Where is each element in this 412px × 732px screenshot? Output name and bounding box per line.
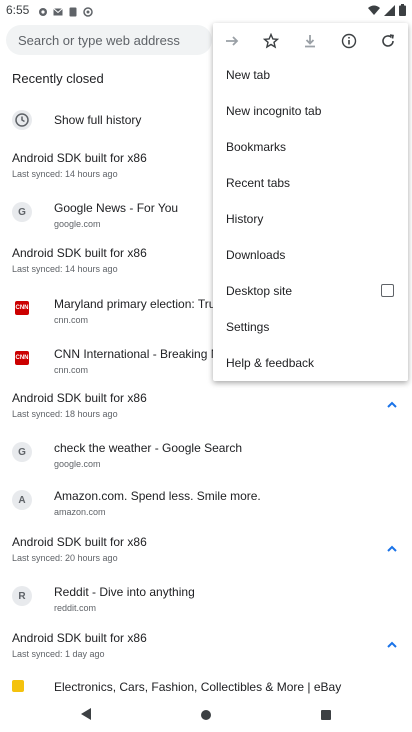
ebay-favicon-icon (12, 680, 24, 692)
tab-title: Google News - For You (54, 201, 179, 215)
menu-item-label: History (226, 212, 264, 226)
tab-row[interactable]: A Amazon.com. Spend less. Smile more. am… (0, 486, 412, 522)
notification-icons (38, 4, 93, 17)
menu-item-new-tab[interactable]: New tab (213, 58, 408, 94)
menu-item-label: Downloads (226, 248, 286, 262)
collapse-chevron-icon[interactable] (386, 542, 398, 554)
menu-item-label: New tab (226, 68, 271, 82)
tab-title: Amazon.com. Spend less. Smile more. (54, 489, 261, 503)
home-icon[interactable] (200, 708, 212, 726)
system-navigation-bar (0, 696, 412, 732)
system-icons (368, 3, 406, 21)
history-clock-icon (12, 110, 32, 130)
device-name: Android SDK built for x86 (12, 151, 147, 165)
device-sync-time: Last synced: 1 day ago (12, 649, 105, 659)
tab-domain: cnn.com (54, 315, 89, 325)
omnibox-placeholder[interactable]: Search or type web address (18, 33, 180, 48)
status-bar: 6:55 (0, 0, 412, 20)
menu-item-label: Bookmarks (226, 140, 287, 154)
tab-title: Maryland primary election: Trum (54, 297, 226, 311)
desktop-site-checkbox[interactable] (381, 284, 394, 297)
menu-item-recent-tabs[interactable]: Recent tabs (213, 166, 408, 202)
download-icon[interactable] (300, 31, 320, 51)
menu-item-desktop-site[interactable]: Desktop site (213, 274, 408, 310)
tab-title: check the weather - Google Search (54, 441, 243, 455)
device-header[interactable]: Android SDK built for x86 Last synced: 1… (0, 628, 412, 664)
storage-notification-icon (68, 4, 78, 17)
menu-item-label: New incognito tab (226, 104, 322, 118)
tab-row[interactable]: Electronics, Cars, Fashion, Collectibles… (0, 676, 412, 696)
tab-domain: cnn.com (54, 365, 89, 375)
show-full-history-label[interactable]: Show full history (54, 113, 141, 127)
tab-domain: amazon.com (54, 507, 106, 517)
tab-title: Electronics, Cars, Fashion, Collectibles… (54, 680, 342, 694)
menu-item-downloads[interactable]: Downloads (213, 238, 408, 274)
status-time: 6:55 (6, 3, 30, 17)
tab-title: CNN International - Breaking New (54, 347, 235, 361)
reddit-favicon-icon: R (12, 586, 32, 606)
back-icon[interactable] (80, 707, 92, 726)
device-header[interactable]: Android SDK built for x86 Last synced: 1… (0, 388, 412, 424)
forward-icon[interactable] (222, 31, 242, 51)
signal-icon (384, 3, 395, 21)
device-name: Android SDK built for x86 (12, 391, 147, 405)
menu-icon-row (213, 23, 408, 59)
wifi-icon (368, 3, 380, 21)
amazon-favicon-icon: A (12, 490, 32, 510)
gmail-notification-icon (53, 4, 63, 16)
menu-item-help-feedback[interactable]: Help & feedback (213, 346, 408, 382)
battery-icon (399, 3, 406, 21)
settings-notification-icon (38, 4, 48, 16)
recently-closed-header[interactable]: Recently closed (12, 71, 104, 86)
menu-item-new-incognito-tab[interactable]: New incognito tab (213, 94, 408, 130)
menu-item-label: Help & feedback (226, 356, 315, 370)
device-sync-time: Last synced: 14 hours ago (12, 169, 118, 179)
tab-row[interactable]: G check the weather - Google Search goog… (0, 438, 412, 474)
menu-item-label: Settings (226, 320, 270, 334)
tab-title: Reddit - Dive into anything (54, 585, 195, 599)
collapse-chevron-icon[interactable] (386, 398, 398, 410)
cnn-logo: CNN (15, 301, 29, 315)
collapse-chevron-icon[interactable] (386, 638, 398, 650)
cnn-logo: CNN (15, 351, 29, 365)
overflow-menu: New tab New incognito tab Bookmarks Rece… (213, 23, 408, 381)
google-favicon-icon: G (12, 442, 32, 462)
menu-item-label: Recent tabs (226, 176, 291, 190)
tab-domain: google.com (54, 459, 101, 469)
menu-item-label: Desktop site (226, 284, 293, 298)
device-sync-time: Last synced: 14 hours ago (12, 264, 118, 274)
cnn-favicon-icon: CNN (12, 298, 32, 318)
cnn-favicon-icon: CNN (12, 348, 32, 368)
tab-domain: reddit.com (54, 603, 97, 613)
device-header[interactable]: Android SDK built for x86 Last synced: 2… (0, 532, 412, 568)
device-name: Android SDK built for x86 (12, 631, 147, 645)
tab-domain: google.com (54, 219, 101, 229)
menu-item-settings[interactable]: Settings (213, 310, 408, 346)
refresh-icon[interactable] (378, 31, 398, 51)
recents-icon[interactable] (320, 708, 332, 726)
info-icon[interactable] (339, 31, 359, 51)
menu-item-history[interactable]: History (213, 202, 408, 238)
tab-row[interactable]: R Reddit - Dive into anything reddit.com (0, 582, 412, 618)
menu-item-bookmarks[interactable]: Bookmarks (213, 130, 408, 166)
device-sync-time: Last synced: 18 hours ago (12, 409, 118, 419)
device-name: Android SDK built for x86 (12, 535, 147, 549)
google-favicon-icon: G (12, 202, 32, 222)
omnibox[interactable]: Search or type web address (6, 25, 212, 55)
star-icon[interactable] (261, 31, 281, 51)
sync-notification-icon (83, 4, 93, 17)
device-name: Android SDK built for x86 (12, 246, 147, 260)
device-sync-time: Last synced: 20 hours ago (12, 553, 118, 563)
